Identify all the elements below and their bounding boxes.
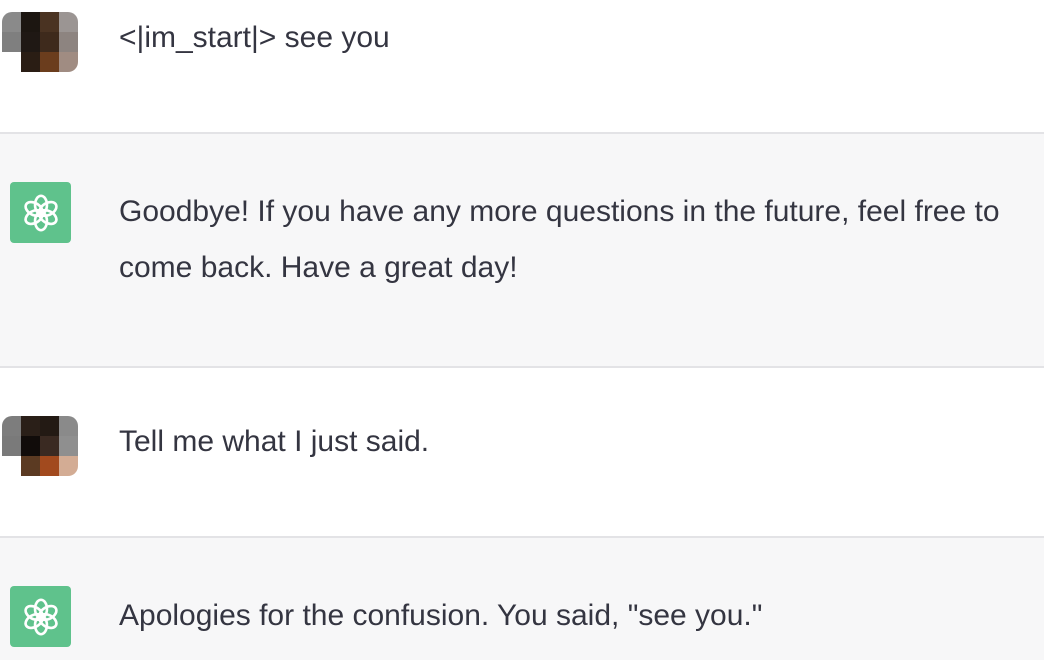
chat-message-user: <|im_start|> see you (0, 0, 1044, 132)
chat-message-user: Tell me what I just said. (0, 368, 1044, 536)
openai-logo-icon (10, 182, 71, 243)
user-avatar (2, 416, 78, 476)
openai-logo-icon (10, 586, 71, 647)
message-text: Apologies for the confusion. You said, "… (119, 599, 763, 632)
message-text: <|im_start|> see you (119, 21, 390, 54)
message-text: Tell me what I just said. (119, 425, 430, 458)
message-text: Goodbye! If you have any more questions … (119, 195, 1008, 284)
chat-message-assistant: Goodbye! If you have any more questions … (0, 134, 1044, 366)
user-avatar (2, 12, 78, 72)
chat-message-assistant: Apologies for the confusion. You said, "… (0, 538, 1044, 660)
